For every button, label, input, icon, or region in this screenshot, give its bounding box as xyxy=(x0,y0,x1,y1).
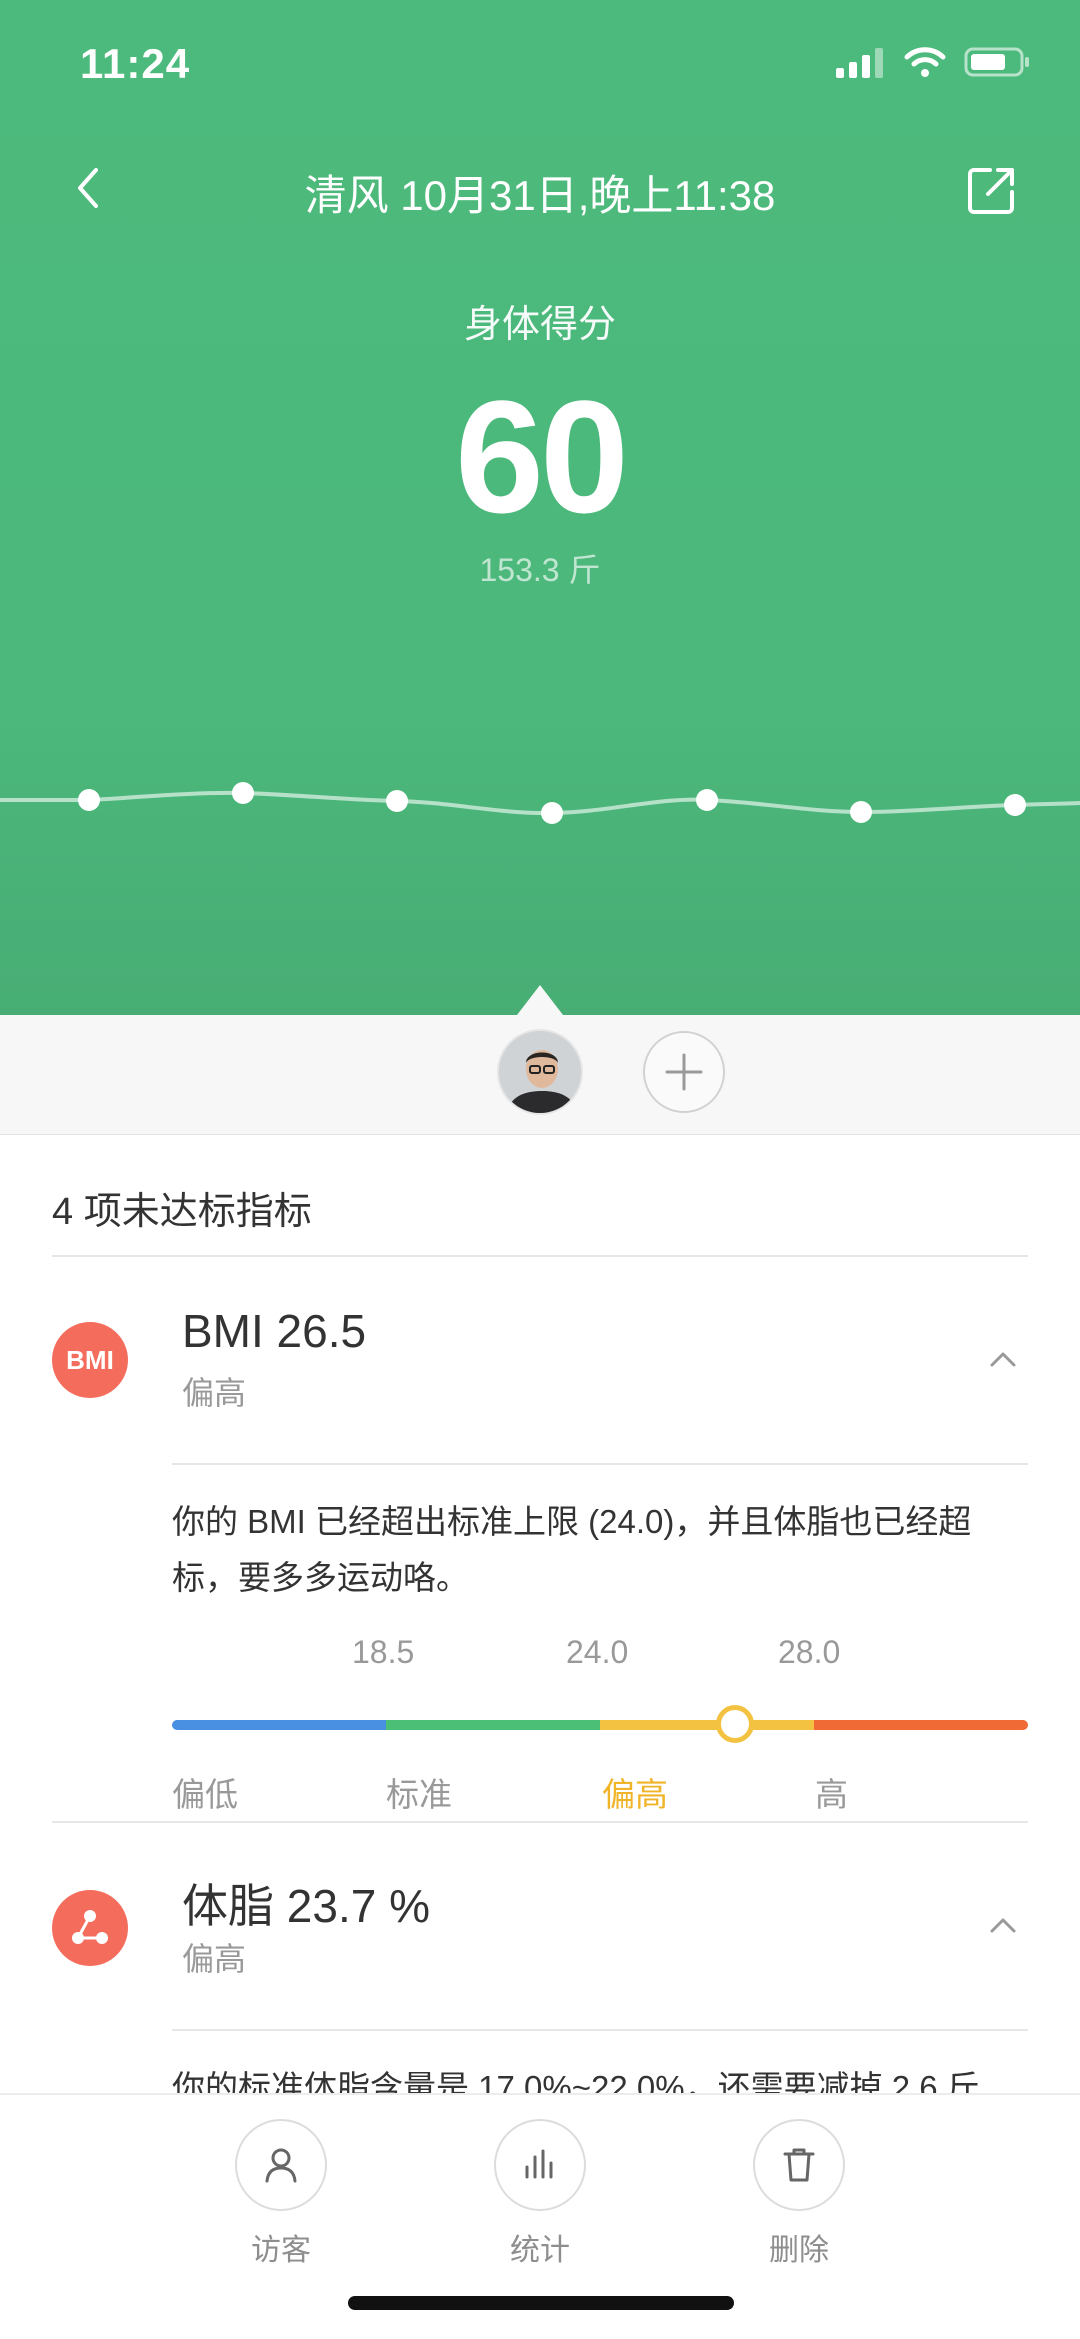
plus-icon xyxy=(665,1053,703,1091)
weight-value: 153.3 斤 xyxy=(479,552,601,588)
range-category: 标准 xyxy=(386,1776,452,1813)
range-very-high xyxy=(814,1720,1028,1730)
bmi-value-marker xyxy=(716,1705,754,1743)
range-tick: 24.0 xyxy=(566,1634,629,1670)
bmi-range-bar xyxy=(172,1720,1028,1730)
delete-icon-circle xyxy=(753,2119,845,2211)
avatar[interactable] xyxy=(497,1029,583,1115)
add-user-button[interactable] xyxy=(643,1031,725,1113)
trend-point xyxy=(541,802,563,824)
range-category: 偏低 xyxy=(172,1776,238,1813)
selected-pointer xyxy=(517,985,563,1015)
trend-point xyxy=(232,782,254,804)
range-category-active: 偏高 xyxy=(602,1776,668,1813)
wifi-icon xyxy=(904,47,946,77)
avatar-image xyxy=(499,1031,581,1113)
visitor-icon-circle xyxy=(235,2119,327,2211)
bar-chart-icon xyxy=(525,2149,553,2179)
status-bar: 11:24 xyxy=(0,0,1080,130)
section-title: 4 项未达标指标 xyxy=(52,1191,312,1233)
range-normal xyxy=(386,1720,600,1730)
score-header: 11:24 清风 10月31日,晚上11:38 身体得分 60 153.3 斤 xyxy=(0,0,1080,1015)
trend-point xyxy=(850,801,872,823)
battery-icon xyxy=(964,47,1029,77)
range-category: 高 xyxy=(815,1776,848,1813)
range-tick: 28.0 xyxy=(778,1634,841,1670)
delete-button[interactable]: 删除 xyxy=(724,2119,874,2269)
status-time: 11:24 xyxy=(80,40,191,87)
page-title: 清风 10月31日,晚上11:38 xyxy=(304,172,776,219)
divider xyxy=(172,2029,1028,2031)
cellular-signal-icon xyxy=(836,48,883,78)
stats-icon-circle xyxy=(494,2119,586,2211)
nav-bar: 清风 10月31日,晚上11:38 xyxy=(0,150,1080,230)
chevron-up-icon[interactable] xyxy=(988,1911,1018,1941)
metric-title: BMI 26.5 xyxy=(182,1305,367,1357)
body-fat-icon xyxy=(52,1890,128,1966)
body-score: 60 xyxy=(455,367,629,546)
stats-label: 统计 xyxy=(510,2234,570,2267)
divider xyxy=(172,1463,1028,1465)
trend-point xyxy=(78,789,100,811)
range-high xyxy=(600,1720,814,1730)
molecule-icon xyxy=(72,1910,108,1944)
trash-icon xyxy=(783,2148,815,2182)
trend-point xyxy=(696,789,718,811)
trend-point xyxy=(386,790,408,812)
visitor-label: 访客 xyxy=(251,2234,311,2267)
delete-label: 删除 xyxy=(769,2234,829,2267)
metric-status: 偏高 xyxy=(182,1941,247,1977)
share-icon[interactable] xyxy=(964,162,1020,218)
metric-description: 你的 BMI 已经超出标准上限 (24.0)，并且体脂也已经超标，要多多运动咯。 xyxy=(172,1503,972,1596)
visitor-button[interactable]: 访客 xyxy=(206,2119,356,2269)
score-trend-line[interactable] xyxy=(0,740,1080,860)
status-icons xyxy=(836,46,1030,78)
range-tick: 18.5 xyxy=(352,1634,415,1670)
person-icon xyxy=(265,2148,297,2183)
metric-title: 体脂 23.7 % xyxy=(182,1880,430,1932)
bmi-icon: BMI xyxy=(52,1322,128,1398)
score-label: 身体得分 xyxy=(463,304,616,346)
home-indicator[interactable] xyxy=(348,2296,734,2310)
stats-button[interactable]: 统计 xyxy=(465,2119,615,2269)
divider xyxy=(52,1821,1028,1823)
chevron-up-icon[interactable] xyxy=(988,1345,1018,1375)
user-switcher xyxy=(0,1015,1080,1135)
trend-point xyxy=(1004,794,1026,816)
range-low xyxy=(172,1720,386,1730)
divider xyxy=(52,1255,1028,1257)
metric-status: 偏高 xyxy=(182,1375,247,1411)
